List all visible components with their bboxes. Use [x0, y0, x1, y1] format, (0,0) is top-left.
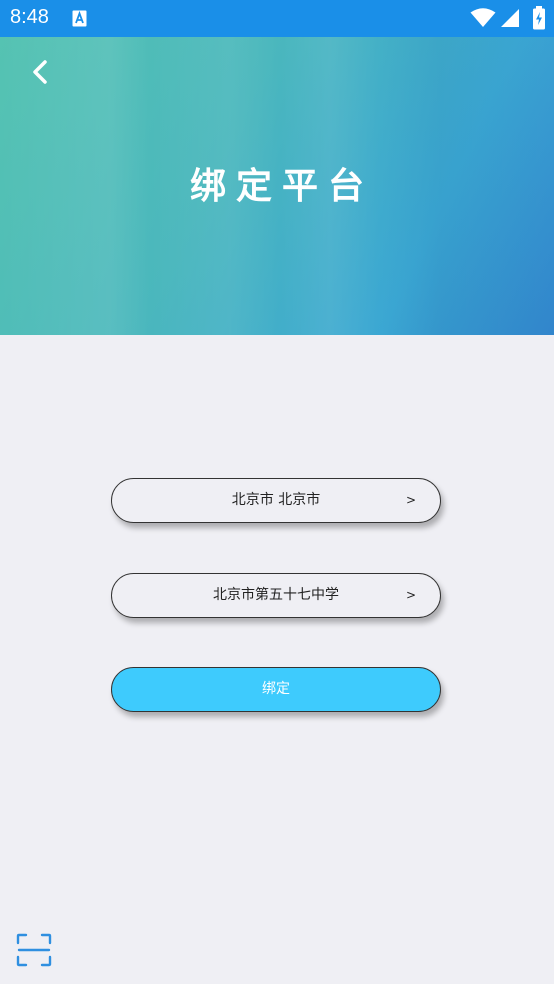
header-banner: 绑定平台: [0, 37, 554, 335]
bind-button-label: 绑定: [262, 681, 290, 697]
region-value: 北京市 北京市: [231, 492, 321, 508]
battery-charging-icon: [533, 6, 545, 30]
bind-button[interactable]: 绑定: [111, 667, 441, 712]
school-select[interactable]: 北京市第五十七中学 >: [111, 573, 441, 618]
status-bar: 8:48: [0, 0, 554, 37]
region-select[interactable]: 北京市 北京市 >: [111, 478, 441, 523]
app-notification-icon: [72, 10, 87, 27]
signal-icon: [501, 9, 519, 27]
chevron-left-icon[interactable]: [24, 55, 58, 89]
school-value: 北京市第五十七中学: [213, 587, 339, 603]
wifi-icon: [470, 8, 496, 27]
status-time: 8:48: [10, 6, 49, 28]
scan-icon[interactable]: [16, 933, 52, 967]
school-arrow: >: [405, 588, 416, 602]
region-arrow: >: [405, 493, 416, 507]
page-title: 绑定平台: [189, 166, 374, 207]
